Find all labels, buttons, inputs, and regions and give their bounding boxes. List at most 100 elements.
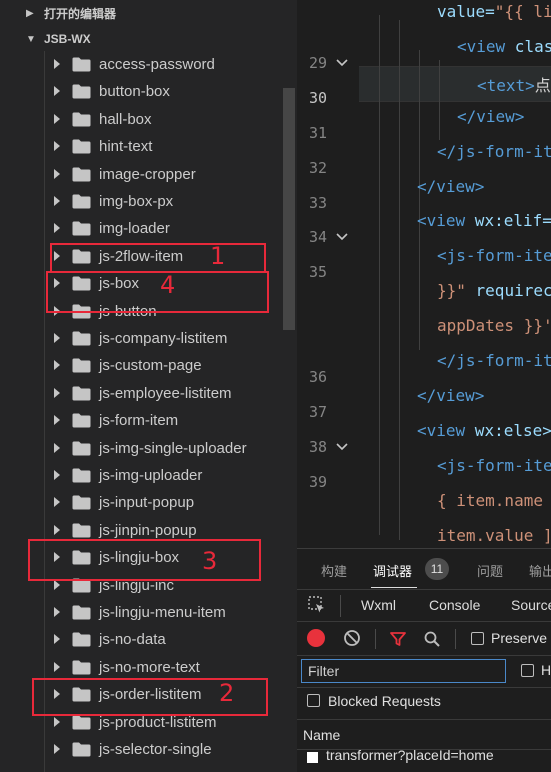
search-icon[interactable] [423,630,441,648]
chevron-right-icon [54,579,60,590]
code-line: <view wx:elif= [417,211,551,230]
folder-item[interactable]: js-img-single-uploader [0,435,282,462]
annotation-number-2: 2 [219,679,235,707]
line-number: 32 [308,158,327,177]
sidebar-scrollbar[interactable] [283,88,295,330]
folder-item[interactable]: js-company-listitem [0,325,282,352]
line-number: 34 [308,228,327,247]
preserve-log-label: Preserve [491,630,548,646]
code-editor[interactable]: 29 30 31 32 33 34 35 36 37 38 39 value="{{ li <view… [297,0,551,548]
blocked-requests-checkbox[interactable] [307,694,320,707]
divider [297,687,551,688]
folder-item[interactable]: img-box-px [0,188,282,215]
folder-item[interactable]: js-employee-listitem [0,380,282,407]
indent-guide [419,50,420,350]
folder-item[interactable]: js-custom-page [0,352,282,379]
code-token: <view [417,211,466,231]
inspect-element-icon[interactable] [307,595,327,615]
chevron-right-icon [54,141,60,152]
annotation-number-1: 1 [210,242,226,270]
divider [297,655,551,656]
folder-item[interactable]: access-password [0,51,282,78]
folder-item[interactable]: js-selector-single [0,736,282,763]
line-number: 30 [308,88,327,107]
project-label: JSB-WX [44,32,91,46]
record-icon[interactable] [307,629,325,647]
folder-icon [72,468,91,483]
tab-wxml[interactable]: Wxml [361,597,396,613]
folder-label: js-selector-single [99,741,212,758]
code-line: item.value ] [437,526,551,545]
folder-item[interactable]: hall-box [0,106,282,133]
folder-item[interactable]: button-box [0,78,282,105]
annotation-number-3: 3 [202,547,218,575]
folder-item[interactable]: js-lingju-menu-item [0,599,282,626]
chevron-right-icon [54,360,60,371]
bottom-panel: 构建 调试器 11 问题 输出 Wxml Console Source Pres… [297,548,551,772]
chevron-right-icon [54,661,60,672]
folder-item[interactable]: js-no-data [0,626,282,653]
folder-icon [72,742,91,757]
folder-item[interactable]: js-form-item [0,407,282,434]
active-tab-indicator [371,587,417,588]
open-editors-header[interactable]: ▶ 打开的编辑器 [0,0,297,26]
filter-input[interactable] [301,659,506,683]
preserve-log-checkbox[interactable] [471,632,484,645]
tab-build[interactable]: 构建 [321,561,347,580]
line-number: 31 [308,123,327,142]
folder-item[interactable]: js-img-uploader [0,462,282,489]
code-line: <text>点 [477,72,551,96]
chevron-right-icon [54,497,60,508]
chevron-down-icon: ▼ [26,33,36,45]
code-token: { item.name [437,490,543,510]
request-file-icon [307,752,318,763]
folder-icon [72,194,91,209]
folder-label: hint-text [99,138,153,156]
tab-problems[interactable]: 问题 [477,561,503,580]
folder-icon [72,495,91,510]
request-row[interactable]: transformer?placeId=home [326,747,494,763]
folder-icon [72,139,91,154]
fold-chevron-icon[interactable] [335,230,349,244]
chevron-right-icon [54,524,60,535]
divider [340,595,341,617]
folder-icon [72,413,91,428]
folder-label: js-input-popup [99,494,195,512]
chevron-right-icon [54,113,60,124]
folder-icon [72,167,91,182]
folder-item[interactable]: hint-text [0,133,282,160]
hide-data-urls-label: H [541,662,551,678]
divider [297,719,551,720]
folder-item[interactable]: js-input-popup [0,489,282,516]
folder-item[interactable]: js-no-more-text [0,654,282,681]
fold-chevron-icon[interactable] [335,56,349,70]
folder-item[interactable]: img-loader [0,215,282,242]
project-header[interactable]: ▼ JSB-WX [0,26,297,52]
clear-icon[interactable] [343,629,361,647]
hide-data-urls-checkbox[interactable] [521,664,534,677]
name-column-header[interactable]: Name [303,727,340,743]
filter-icon[interactable] [389,630,407,648]
chevron-right-icon [54,634,60,645]
fold-chevron-icon[interactable] [335,440,349,454]
folder-item[interactable]: image-cropper [0,161,282,188]
code-line: value="{{ li [437,2,551,21]
code-token: </js-form-it [437,141,551,161]
code-line: <js-form-ite [437,456,551,475]
code-token: wx:else> [465,420,551,440]
folder-icon [72,386,91,401]
tab-sources[interactable]: Source [511,597,551,613]
tab-output[interactable]: 输出 [529,561,551,580]
code-token: <text> [477,75,535,95]
divider [297,621,551,622]
chevron-right-icon [54,387,60,398]
folder-label: js-jinpin-popup [99,521,197,539]
line-number: 37 [308,402,327,421]
chevron-right-icon [54,86,60,97]
folder-icon [72,660,91,675]
tab-debugger[interactable]: 调试器 [373,561,412,580]
tab-console[interactable]: Console [429,597,480,613]
folder-label: js-product-listitem [99,713,217,731]
chevron-right-icon [54,470,60,480]
divider [375,629,376,649]
